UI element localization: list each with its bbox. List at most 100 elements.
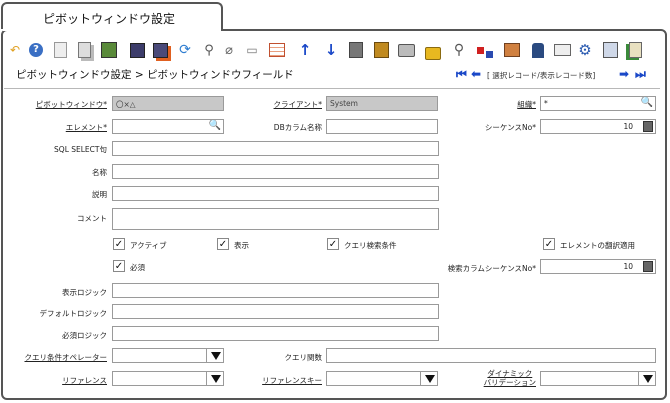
search-seq-calculator-icon[interactable] [643, 261, 653, 272]
query-operator-select[interactable] [112, 348, 224, 363]
record-status: [ 選択レコード/表示レコード数] [487, 71, 596, 80]
reference-key-select[interactable] [326, 371, 438, 386]
last-record-button[interactable]: ⏭ [635, 67, 646, 82]
display-checkbox-label: 表示 [234, 241, 249, 250]
previous-record-button[interactable]: ⬅ [471, 67, 481, 81]
detail-record-icon[interactable]: ↓ [322, 40, 340, 60]
dynamic-validation-label[interactable]: ダイナミック バリデーション [484, 369, 536, 387]
grid-toggle-icon[interactable] [268, 40, 286, 60]
client-label[interactable]: クライアント* [274, 99, 322, 110]
pivot-window-label[interactable]: ピボットウィンドウ* [36, 99, 107, 110]
query-operator-label[interactable]: クエリ条件オペレーター [25, 352, 108, 363]
default-logic-field[interactable] [112, 304, 439, 319]
mandatory-logic-field[interactable] [112, 326, 439, 341]
zoom-across-icon[interactable]: ⚲ [450, 40, 468, 60]
help-icon[interactable]: ? [27, 40, 45, 60]
search-seq-label: 検索カラムシーケンスNo* [447, 264, 536, 273]
reference-key-dropdown[interactable] [420, 372, 437, 385]
description-field[interactable] [112, 186, 439, 201]
name-field[interactable] [112, 164, 439, 179]
toolbar-separator [4, 88, 660, 89]
reference-dropdown[interactable] [206, 372, 223, 385]
comment-field[interactable] [112, 208, 439, 230]
request-icon[interactable] [553, 40, 571, 60]
parent-record-icon[interactable]: ↑ [296, 40, 314, 60]
search-seq-field[interactable]: 10 [540, 259, 656, 274]
pivot-window-field: 〇×△ [112, 96, 224, 111]
dynamic-validation-label-line2: バリデーション [483, 378, 536, 387]
window-tab[interactable]: ピボットウィンドウ設定 [1, 2, 223, 29]
translate-checkbox[interactable]: ✓ [543, 238, 555, 250]
copy-record-icon[interactable] [75, 40, 93, 60]
workflow-icon[interactable] [476, 40, 494, 60]
query-criteria-checkbox-label: クエリ検索条件 [344, 241, 397, 250]
sequence-field[interactable]: 10 [540, 119, 656, 134]
search-seq-value: 10 [623, 262, 633, 271]
archive-icon[interactable] [529, 40, 547, 60]
chevron-down-icon [211, 375, 221, 383]
organization-label[interactable]: 組織* [517, 99, 536, 110]
breadcrumb: ピボットウィンドウ設定 > ピボットウィンドウフィールド [16, 69, 294, 81]
sequence-label: シーケンスNo* [484, 123, 536, 132]
first-record-button[interactable]: ⏮ [456, 67, 467, 82]
description-label: 説明 [92, 190, 107, 199]
history-icon[interactable] [347, 40, 365, 60]
print-icon[interactable] [397, 40, 415, 60]
sql-select-label: SQL SELECT句 [54, 145, 107, 154]
query-function-field[interactable] [326, 348, 656, 363]
query-criteria-checkbox[interactable]: ✓ [327, 238, 339, 250]
query-operator-dropdown[interactable] [206, 349, 223, 362]
organization-field[interactable]: * 🔍 [540, 96, 656, 111]
dynamic-validation-dropdown[interactable] [638, 372, 655, 385]
window-tab-title: ピボットウィンドウ設定 [43, 12, 176, 26]
attachment-icon[interactable]: ⌀ [220, 40, 238, 60]
display-logic-label: 表示ロジック [62, 288, 107, 297]
db-column-field[interactable] [326, 119, 438, 134]
report-icon[interactable] [372, 40, 390, 60]
element-field[interactable]: 🔍 [112, 119, 224, 134]
process-icon[interactable]: ⚙ [576, 40, 594, 60]
lock-icon[interactable] [424, 40, 442, 60]
reference-key-label[interactable]: リファレンスキー [262, 375, 322, 386]
undo-icon[interactable]: ↶ [6, 40, 24, 60]
export-icon[interactable] [601, 40, 619, 60]
dynamic-validation-select[interactable] [540, 371, 656, 386]
chat-icon[interactable]: ▭ [243, 40, 261, 60]
query-function-label: クエリ関数 [284, 353, 323, 362]
find-icon[interactable]: ⚲ [200, 40, 218, 60]
chevron-down-icon [211, 352, 221, 360]
sequence-value: 10 [623, 122, 633, 131]
toolbar: ↶ ? ⟳ ⚲ ⌀ ▭ ↑ ↓ ⚲ ⚙ [6, 40, 666, 64]
element-label[interactable]: エレメント* [66, 122, 107, 133]
comment-label: コメント [77, 214, 107, 223]
save-new-icon[interactable] [151, 40, 169, 60]
mandatory-checkbox[interactable]: ✓ [113, 260, 125, 272]
db-column-label: DBカラム名称 [273, 123, 322, 132]
active-checkbox[interactable]: ✓ [113, 238, 125, 250]
sql-select-field[interactable] [112, 141, 439, 156]
save-icon[interactable] [128, 40, 146, 60]
sequence-calculator-icon[interactable] [643, 121, 653, 132]
organization-search-icon[interactable]: 🔍 [641, 97, 653, 108]
new-record-icon[interactable] [51, 40, 69, 60]
mandatory-checkbox-label: 必須 [130, 263, 145, 272]
chevron-down-icon [643, 375, 653, 383]
default-logic-label: デフォルトロジック [39, 309, 108, 318]
dynamic-validation-label-line1: ダイナミック [487, 369, 533, 378]
refresh-icon[interactable]: ⟳ [176, 40, 194, 60]
tab-join [3, 27, 221, 31]
element-search-icon[interactable]: 🔍 [209, 120, 221, 131]
mandatory-logic-label: 必須ロジック [62, 331, 107, 340]
name-label: 名称 [92, 168, 107, 177]
product-info-icon[interactable] [503, 40, 521, 60]
reference-label[interactable]: リファレンス [62, 375, 107, 386]
display-checkbox[interactable]: ✓ [217, 238, 229, 250]
delete-icon[interactable] [100, 40, 118, 60]
exit-icon[interactable] [626, 40, 644, 60]
next-record-button[interactable]: ➡ [619, 67, 629, 81]
chevron-down-icon [425, 375, 435, 383]
organization-value: * [544, 99, 548, 108]
reference-select[interactable] [112, 371, 224, 386]
display-logic-field[interactable] [112, 283, 439, 298]
client-field: System [326, 96, 438, 111]
